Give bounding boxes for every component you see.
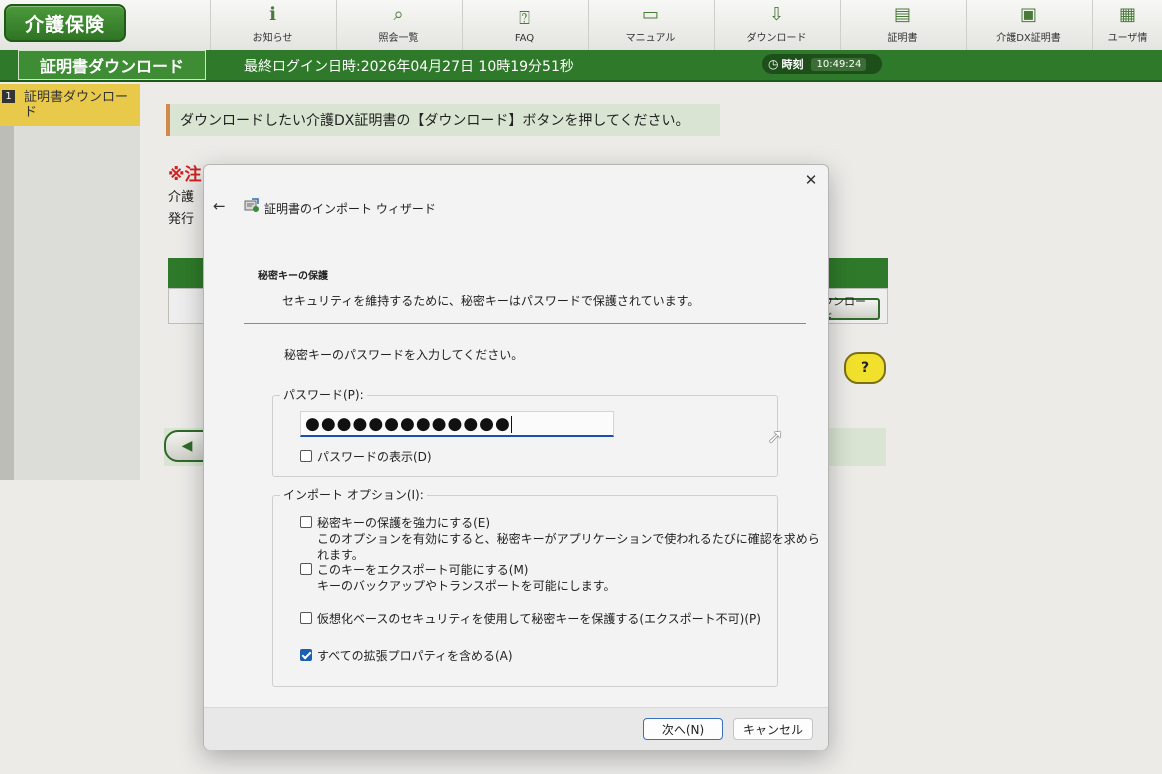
clock-icon: ◷ [768,57,779,71]
option-exportable[interactable]: このキーをエクスポート可能にする(M) キーのバックアップやトランスポートを可能… [300,562,616,594]
nav-label: お知らせ [252,33,293,44]
last-login: 最終ログイン日時:2026年04月27日 10時19分51秒 [244,59,574,75]
top-nav: 介護保険 ℹ お知らせ ⌕ 照会一覧 ⍰ FAQ ▭ マニュアル ⇩ ダウンロー… [0,0,1162,51]
section-description: セキュリティを維持するために、秘密キーはパスワードで保護されています。 [282,294,700,308]
close-icon[interactable]: ✕ [802,171,820,189]
checkbox-description: このオプションを有効にすると、秘密キーがアプリケーションで使われるたびに確認を求… [317,532,820,562]
nav-certificate[interactable]: ▤ 証明書 [840,0,964,50]
faq-icon: ⍰ [519,8,530,29]
nav-shokai[interactable]: ⌕ 照会一覧 [336,0,460,50]
nav-label: 証明書 [887,33,918,44]
nav-oshirase[interactable]: ℹ お知らせ [210,0,334,50]
next-button[interactable]: 次へ(N) [643,718,723,740]
divider [244,323,806,324]
checkbox-label: パスワードの表示(D) [317,450,432,464]
nav-label: ユーザ情 [1107,33,1148,44]
instruction-banner: ダウンロードしたい介護DX証明書の【ダウンロード】ボタンを押してください。 [166,104,720,136]
warning-heading: ※注 [168,165,202,185]
dialog-title: 証明書のインポート ウィザード [264,202,436,216]
back-arrow-icon[interactable]: ← [213,197,226,215]
magnifier-icon: ⌕ [393,4,404,25]
clock-time: 10:49:24 [811,57,867,71]
nav-download[interactable]: ⇩ ダウンロード [714,0,838,50]
user-icon: ▦ [1118,4,1136,25]
nav-dx-certificate[interactable]: ▣ 介護DX証明書 [966,0,1090,50]
checkbox-label: このキーをエクスポート可能にする(M) [317,563,529,577]
text-caret [510,415,512,433]
checkbox-label: すべての拡張プロパティを含める(A) [317,649,513,663]
download-button[interactable]: ウンロード [820,295,880,324]
nav-label: FAQ [514,33,535,44]
download-icon: ⇩ [768,4,785,25]
notice-line-1: 介護 [168,190,195,205]
option-strong-protection[interactable]: 秘密キーの保護を強力にする(E) このオプションを有効にすると、秘密キーがアプリ… [300,515,828,563]
nav-label: 照会一覧 [378,33,419,44]
password-input[interactable]: ●●●●●●●●●●●●● [300,411,614,437]
option-vbs-protection[interactable]: 仮想化ベースのセキュリティを使用して秘密キーを保護する(エクスポート不可)(P) [300,611,761,627]
option-include-extended-properties[interactable]: すべての拡張プロパティを含める(A) [300,648,513,664]
nav-faq[interactable]: ⍰ FAQ [462,0,586,50]
step-number: 1 [2,90,15,103]
nav-user[interactable]: ▦ ユーザ情 [1092,0,1162,50]
sidebar-item-label: 証明書ダウンロード [24,90,129,120]
page-title: 証明書ダウンロード [18,50,206,80]
dx-certificate-icon: ▣ [1019,4,1037,25]
password-prompt: 秘密キーのパスワードを入力してください。 [284,348,524,362]
sidebar-stripe [0,126,14,480]
nav-label: マニュアル [625,33,676,44]
cancel-button[interactable]: キャンセル [733,718,813,740]
nav-label: 介護DX証明書 [996,33,1061,44]
checkbox-label: 秘密キーの保護を強力にする(E) [317,516,491,530]
certificate-wizard-icon [244,198,259,212]
checkbox-box[interactable] [300,450,312,462]
password-value: ●●●●●●●●●●●●● [305,414,511,434]
checkbox-description: キーのバックアップやトランスポートを可能にします。 [317,579,616,593]
import-options-label: インポート オプション(I): [280,486,427,503]
info-icon: ℹ [269,4,276,25]
clock-label: 時刻 [781,58,804,71]
certificate-import-wizard: ✕ ← 証明書のインポート ウィザード 秘密キーの保護 セキュリティを維持するた… [203,164,829,750]
checkbox-box[interactable] [300,563,312,575]
mouse-cursor-icon: ➚ [767,424,784,448]
clock: ◷ 時刻 10:49:24 [762,54,882,74]
certificate-icon: ▤ [893,4,911,25]
book-icon: ▭ [641,4,659,25]
show-password-checkbox[interactable]: パスワードの表示(D) [300,449,432,465]
nav-manual[interactable]: ▭ マニュアル [588,0,712,50]
checkbox-label: 仮想化ベースのセキュリティを使用して秘密キーを保護する(エクスポート不可)(P) [317,612,761,626]
sidebar: 1 証明書ダウンロード [0,84,140,480]
sidebar-item-cert-download[interactable]: 1 証明書ダウンロード [0,84,140,126]
notice-line-2: 発行 [168,212,195,227]
password-label: パスワード(P): [280,386,367,403]
help-button[interactable]: ? [844,352,886,384]
section-heading: 秘密キーの保護 [258,271,328,282]
title-bar: 証明書ダウンロード 最終ログイン日時:2026年04月27日 10時19分51秒… [0,50,1162,82]
checkbox-box[interactable] [300,516,312,528]
checkbox-box-checked[interactable] [300,649,312,661]
checkbox-box[interactable] [300,612,312,624]
logo[interactable]: 介護保険 [4,4,126,42]
back-arrow-icon: ◀ [181,438,193,454]
nav-label: ダウンロード [746,33,807,44]
